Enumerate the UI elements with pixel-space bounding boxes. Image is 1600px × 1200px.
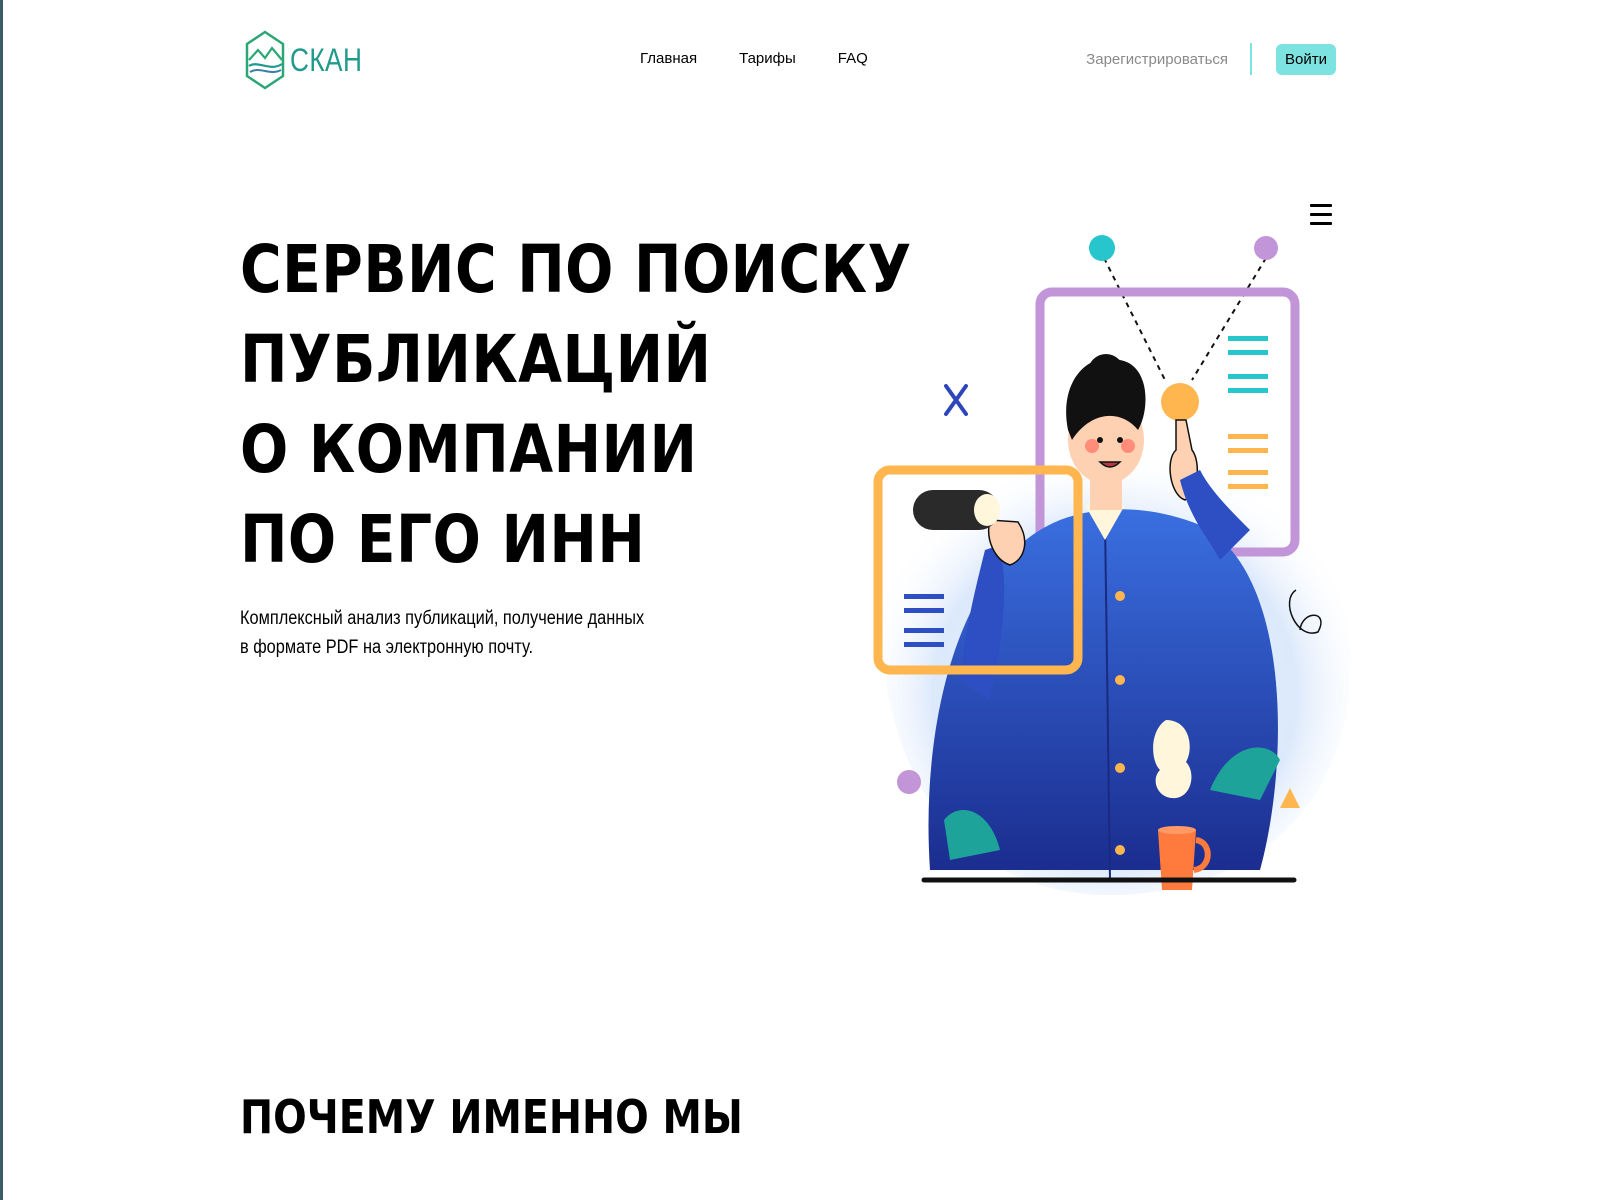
nav-link-faq[interactable]: FAQ <box>838 50 868 67</box>
why-us-title: ПОЧЕМУ ИМЕННО МЫ <box>240 1090 743 1144</box>
hero-title-line: СЕРВИС ПО ПОИСКУ <box>240 231 912 308</box>
hero-description-line: в формате PDF на электронную почту. <box>240 637 534 658</box>
hero-title: СЕРВИС ПО ПОИСКУ ПУБЛИКАЦИЙ О КОМПАНИИ П… <box>240 225 960 585</box>
nav-link-home[interactable]: Главная <box>640 50 697 67</box>
auth-block: Зарегистрироваться Войти <box>1086 43 1336 75</box>
register-link[interactable]: Зарегистрироваться <box>1086 51 1228 68</box>
logo[interactable]: СКАН <box>244 30 378 90</box>
page-left-border <box>0 0 3 1200</box>
hero-title-line: ПУБЛИКАЦИЙ <box>240 321 712 398</box>
logo-icon <box>245 30 285 90</box>
hero-title-line: О КОМПАНИИ <box>240 411 698 488</box>
logo-text: СКАН <box>290 41 363 78</box>
login-button[interactable]: Войти <box>1276 43 1336 75</box>
hero-description-line: Комплексный анализ публикаций, получение… <box>240 608 645 629</box>
hero-description: Комплексный анализ публикаций, получение… <box>240 604 760 662</box>
hero-title-line: ПО ЕГО ИНН <box>240 501 646 578</box>
nav-link-tariffs[interactable]: Тарифы <box>739 50 796 67</box>
main-nav: Главная Тарифы FAQ <box>640 50 868 67</box>
hero-illustration <box>873 235 1351 896</box>
auth-divider <box>1250 43 1253 75</box>
